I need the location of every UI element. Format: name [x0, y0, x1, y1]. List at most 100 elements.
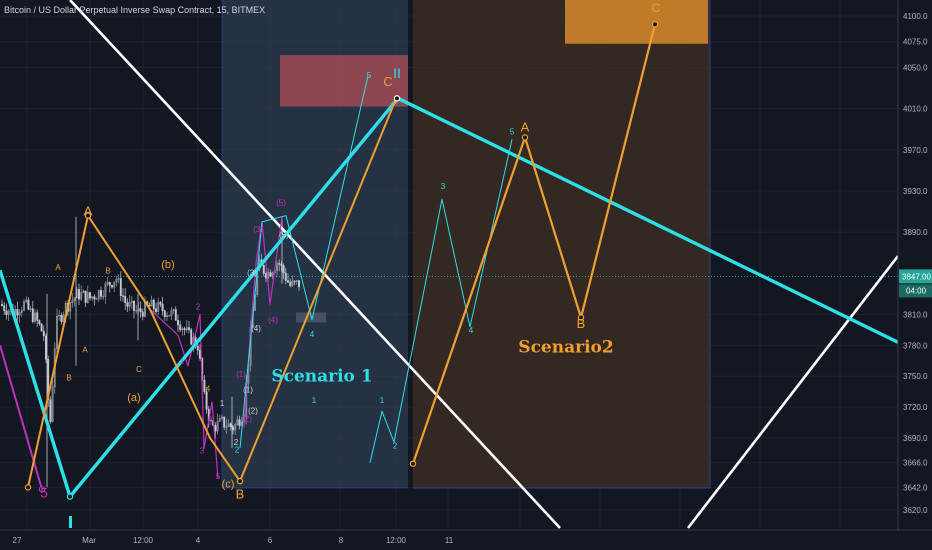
wave-label: 1: [380, 396, 385, 405]
candle-body: [152, 299, 155, 310]
price-tick-label: 3750.0: [903, 372, 928, 381]
wave-label: B: [577, 316, 586, 331]
candle-body: [229, 423, 232, 428]
wave-label: (1): [243, 386, 253, 395]
candle-body: [126, 302, 129, 307]
candle-body: [282, 265, 285, 274]
wave-label: 4: [310, 330, 315, 339]
candle-body: [199, 349, 201, 359]
candle-body: [298, 280, 300, 288]
wave-label: C: [383, 74, 392, 89]
wave-label: 5: [510, 127, 515, 136]
wave-label: (5): [279, 230, 289, 239]
chart-root: A C II A C B B (b) (a) (c) 5 A B A B C 2 1 3 4 5 1 2 5 4 1 2 3 4 5 (1)…: [0, 0, 932, 550]
wave-label: (2): [242, 414, 252, 423]
candle-body: [119, 278, 122, 296]
wave-label: (3): [253, 225, 263, 234]
wave-label: A: [82, 346, 88, 355]
candle-body: [45, 335, 47, 360]
candle-body: [100, 290, 102, 297]
candle-body: [5, 310, 8, 315]
magenta-wave-left: [0, 345, 43, 490]
pivot-marker: [409, 460, 417, 467]
wave-label: 5: [216, 472, 221, 481]
candle-body: [163, 310, 166, 317]
candle-body: [269, 272, 272, 277]
wave-label: 2: [393, 441, 398, 450]
candle-body: [205, 391, 208, 410]
scenario1-label: Scenario 1: [271, 366, 372, 386]
wave-label: 4: [469, 326, 474, 335]
wave-label: (c): [222, 478, 235, 490]
candle-body: [141, 311, 144, 317]
candle-body: [42, 330, 45, 337]
candle-body: [27, 299, 30, 310]
candle-body: [159, 302, 162, 305]
candle-body: [223, 416, 226, 428]
wave-label: B: [66, 373, 71, 382]
wave-label: 3: [441, 182, 446, 191]
candle-body: [95, 298, 98, 300]
candle-body: [60, 315, 63, 322]
candle-body: [183, 328, 186, 331]
wave-label: 2: [196, 302, 201, 311]
price-tick-label: 3620.0: [903, 506, 928, 515]
wave-label: (3): [247, 268, 257, 277]
candle-body: [111, 285, 113, 288]
price-tick-label: 4100.0: [903, 12, 928, 21]
time-tick-label: 6: [268, 536, 273, 545]
price-tick-label: 4075.0: [903, 38, 928, 47]
candle-body: [177, 320, 179, 326]
candle-body: [38, 320, 41, 325]
pivot-marker: [236, 477, 244, 485]
candle-body: [108, 281, 111, 286]
time-tick-label: Mar: [82, 536, 96, 545]
wave-label: A: [55, 263, 61, 272]
candle-body: [232, 426, 234, 431]
candle-body: [133, 300, 135, 311]
wave-label: (4): [268, 316, 278, 325]
time-tick-label: 12:00: [386, 536, 407, 545]
price-tick-label: 3930.0: [903, 187, 928, 196]
wave-label: 5: [367, 71, 372, 80]
candle-body: [278, 263, 281, 265]
candle-body: [262, 265, 265, 274]
wave-label: B: [236, 487, 245, 502]
wave-i-marker: [69, 516, 72, 528]
candle-body: [293, 280, 296, 283]
countdown-text: 04:00: [906, 286, 927, 295]
wave-label: 1: [312, 396, 317, 405]
candle-body: [93, 296, 96, 300]
time-tick-label: 11: [445, 536, 454, 545]
wave-label: 2: [234, 438, 239, 447]
price-tick-label: 3970.0: [903, 146, 928, 155]
wave-label: A: [521, 119, 530, 134]
time-tick-label: 27: [13, 536, 22, 545]
price-tick-label: 3690.0: [903, 434, 928, 443]
candle-body: [289, 281, 292, 286]
scenario2-zone: [413, 0, 710, 488]
candle-body: [190, 329, 193, 345]
candle-body: [16, 309, 19, 316]
wave-label: C: [652, 1, 661, 15]
candle-body: [1, 303, 3, 306]
price-tick-label: 3666.0: [903, 459, 928, 468]
time-tick-label: 8: [339, 536, 344, 545]
price-tick-label: 3780.0: [903, 341, 928, 350]
wave-label: 1: [180, 357, 185, 366]
time-tick-label: 4: [196, 536, 201, 545]
wave-label: (1): [236, 370, 246, 379]
candle-body: [161, 303, 164, 312]
target-box-orange: [565, 0, 708, 44]
magenta-wave-mid: [149, 308, 219, 480]
wave-label: B: [105, 266, 110, 275]
wave-label: II: [393, 65, 401, 81]
price-chart[interactable]: ACIIACBB(b)(a)(c)5A BABC21345125412345(1)…: [0, 0, 932, 550]
candle-body: [139, 308, 142, 313]
candle-body: [188, 327, 190, 330]
chart-title: Bitcoin / US Dollar Perpetual Inverse Sw…: [4, 5, 266, 15]
candle-body: [49, 399, 52, 422]
pivot-marker: [66, 493, 74, 500]
candle-body: [84, 290, 87, 303]
price-tick-label: 3810.0: [903, 310, 928, 319]
